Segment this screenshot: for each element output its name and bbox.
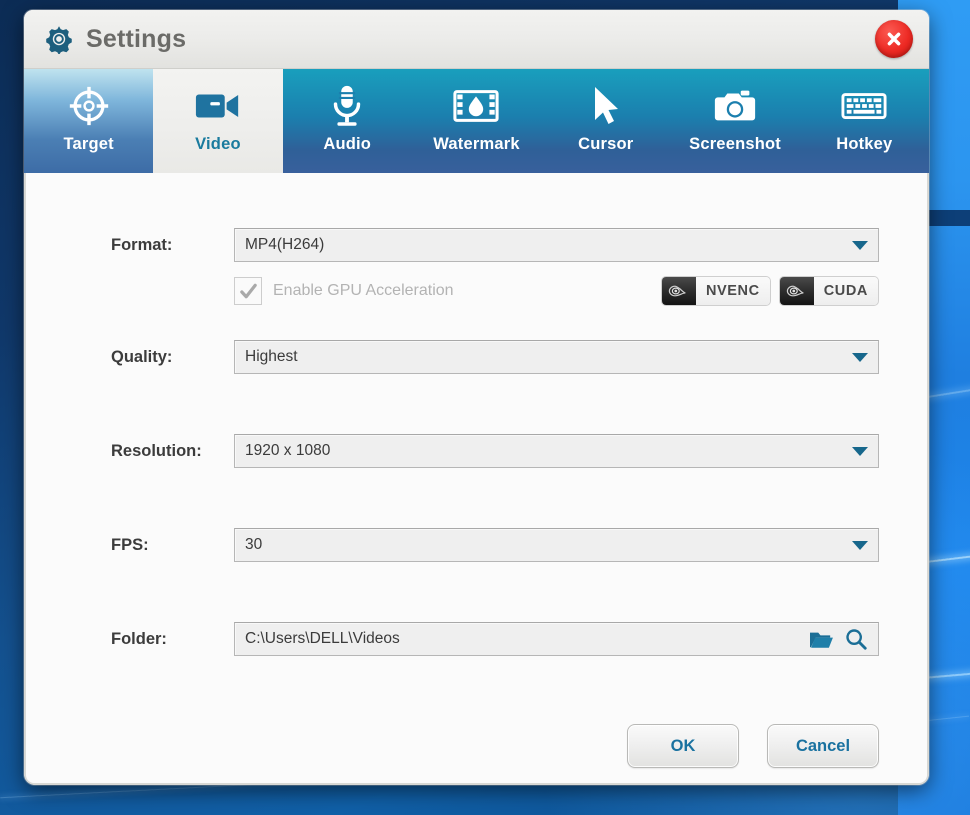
enable-gpu-label: Enable GPU Acceleration <box>273 282 454 299</box>
chevron-down-icon <box>852 446 868 456</box>
format-value: MP4(H264) <box>245 236 325 253</box>
gpu-row: Enable GPU Acceleration NVENC CUDA <box>74 273 879 309</box>
checkmark-icon <box>239 283 257 298</box>
settings-dialog: Settings Target Video Audio Watermark Cu… <box>24 10 929 785</box>
format-row: Format: MP4(H264) <box>74 227 879 263</box>
video-settings-panel: Format: MP4(H264) Enable GPU Acceleratio… <box>24 173 929 709</box>
title-bar: Settings <box>24 10 929 69</box>
quality-value: Highest <box>245 348 298 365</box>
tab-bar: Target Video Audio Watermark Cursor Scre… <box>24 69 929 173</box>
tab-label: Target <box>63 135 114 153</box>
folder-row: Folder: C:\Users\DELL\Videos <box>74 621 879 657</box>
gpu-badges: NVENC CUDA <box>660 276 879 306</box>
chevron-down-icon <box>852 240 868 250</box>
tab-label: Audio <box>323 135 372 153</box>
nvidia-eye-icon <box>779 277 814 305</box>
folder-label: Folder: <box>111 629 167 648</box>
camera-icon <box>712 83 758 129</box>
dialog-footer: OK Cancel <box>24 709 929 785</box>
format-label: Format: <box>111 235 173 254</box>
quality-select[interactable]: Highest <box>234 340 879 374</box>
tab-cursor[interactable]: Cursor <box>541 69 670 173</box>
chevron-down-icon <box>852 540 868 550</box>
fps-value: 30 <box>245 536 263 553</box>
open-folder-icon[interactable] <box>808 628 834 650</box>
resolution-select[interactable]: 1920 x 1080 <box>234 434 879 468</box>
nvenc-badge: NVENC <box>660 276 771 306</box>
folder-path-value: C:\Users\DELL\Videos <box>245 630 400 647</box>
gear-icon <box>44 24 74 56</box>
quality-label: Quality: <box>111 347 173 366</box>
tab-label: Cursor <box>578 135 634 153</box>
fps-row: FPS: 30 <box>74 527 879 563</box>
cuda-badge: CUDA <box>778 276 879 306</box>
fps-select[interactable]: 30 <box>234 528 879 562</box>
resolution-value: 1920 x 1080 <box>245 442 331 459</box>
watermark-icon <box>453 83 500 129</box>
tab-hotkey[interactable]: Hotkey <box>800 69 929 173</box>
folder-path-input[interactable]: C:\Users\DELL\Videos <box>234 622 879 656</box>
tab-audio[interactable]: Audio <box>283 69 412 173</box>
magnifier-icon[interactable] <box>844 627 868 651</box>
tab-label: Screenshot <box>689 135 781 153</box>
cancel-button[interactable]: Cancel <box>767 724 879 768</box>
cursor-arrow-icon <box>589 83 623 129</box>
tab-watermark[interactable]: Watermark <box>412 69 541 173</box>
enable-gpu-checkbox[interactable] <box>234 277 262 305</box>
close-icon <box>887 32 901 46</box>
resolution-label: Resolution: <box>111 441 202 460</box>
chevron-down-icon <box>852 352 868 362</box>
tab-label: Video <box>195 135 241 153</box>
cuda-label: CUDA <box>813 277 878 305</box>
quality-row: Quality: Highest <box>74 339 879 375</box>
target-icon <box>66 83 112 129</box>
keyboard-icon <box>841 83 887 129</box>
format-select[interactable]: MP4(H264) <box>234 228 879 262</box>
resolution-row: Resolution: 1920 x 1080 <box>74 433 879 469</box>
close-button[interactable] <box>875 20 913 58</box>
microphone-icon <box>327 83 367 129</box>
nvidia-eye-icon <box>661 277 696 305</box>
tab-video[interactable]: Video <box>153 69 283 173</box>
tab-screenshot[interactable]: Screenshot <box>670 69 799 173</box>
video-camera-icon <box>194 83 242 129</box>
tab-target[interactable]: Target <box>24 69 154 173</box>
tab-label: Hotkey <box>836 135 893 153</box>
desktop-background: Settings Target Video Audio Watermark Cu… <box>0 0 970 815</box>
fps-label: FPS: <box>111 535 149 554</box>
nvenc-label: NVENC <box>695 277 770 305</box>
ok-button[interactable]: OK <box>627 724 739 768</box>
tab-label: Watermark <box>433 135 520 153</box>
window-title: Settings <box>86 24 187 53</box>
